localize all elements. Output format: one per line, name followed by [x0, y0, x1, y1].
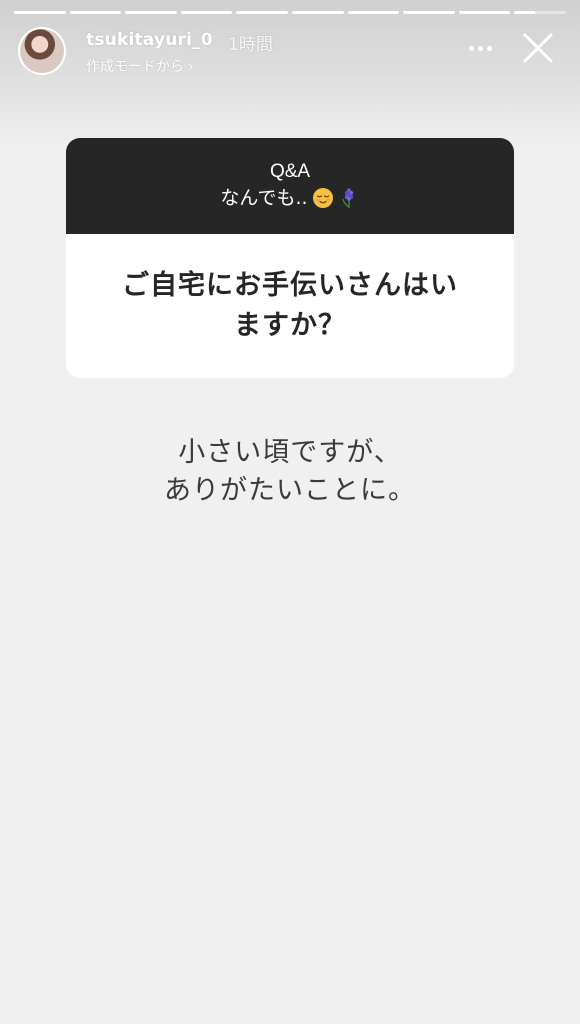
username[interactable]: tsukitayuri_0 — [86, 30, 213, 50]
create-mode-link[interactable]: 作成モードから › — [86, 56, 194, 76]
sticker-subtitle: なんでも.. — [220, 187, 308, 209]
progress-segment — [236, 11, 288, 14]
progress-segment-fill — [236, 11, 288, 14]
progress-segment — [458, 11, 511, 14]
question-sticker[interactable]: Q&A なんでも.. ご自宅にお手伝いさんはい ますか？ — [66, 138, 514, 378]
create-mode-label: 作成モードから — [86, 59, 184, 75]
relieved-face-icon — [312, 188, 333, 208]
progress-segment — [14, 11, 66, 14]
more-dot — [477, 45, 483, 51]
answer-line: ありがたいことに。 — [164, 475, 416, 506]
progress-segment-fill — [514, 11, 535, 14]
answer-text: 小さい頃ですが、 ありがたいことに。 — [0, 434, 580, 510]
progress-segment — [69, 11, 122, 14]
question-text: ご自宅にお手伝いさんはい ますか？ — [122, 266, 458, 346]
progress-segment-fill — [69, 11, 122, 14]
progress-segment — [291, 11, 344, 14]
sticker-title: Q&A — [269, 161, 311, 182]
progress-segment — [403, 11, 455, 14]
progress-segment — [514, 11, 566, 14]
avatar-image — [20, 29, 64, 73]
close-icon — [523, 33, 553, 63]
question-sticker-body: ご自宅にお手伝いさんはい ますか？ — [66, 234, 514, 378]
progress-segment — [347, 11, 400, 14]
close-button[interactable] — [520, 30, 556, 66]
story-viewer[interactable]: tsukitayuri_0 1時間 作成モードから › Q&A なんでも.. ご… — [0, 0, 580, 1024]
progress-segment-fill — [180, 11, 233, 14]
story-progress-bar — [14, 11, 566, 14]
progress-segment — [180, 11, 233, 14]
more-options-button[interactable] — [464, 38, 496, 58]
post-time: 1時間 — [228, 35, 273, 55]
question-line: ますか？ — [234, 310, 346, 341]
question-line: ご自宅にお手伝いさんはい — [122, 270, 458, 301]
more-horizontal-icon — [468, 45, 474, 51]
more-dot — [486, 45, 492, 51]
question-sticker-header: Q&A なんでも.. — [66, 138, 514, 234]
answer-line: 小さい頃ですが、 — [178, 437, 402, 468]
progress-segment-fill — [403, 11, 455, 14]
progress-segment-fill — [291, 11, 344, 14]
progress-segment — [125, 11, 177, 14]
story-header: tsukitayuri_0 1時間 作成モードから › — [16, 24, 564, 80]
progress-segment-fill — [14, 11, 66, 14]
sticker-subtitle-row: なんでも.. — [66, 184, 514, 212]
avatar[interactable] — [18, 27, 66, 75]
progress-segment-fill — [125, 11, 177, 14]
progress-segment-fill — [458, 11, 511, 14]
hyacinth-icon — [341, 188, 353, 208]
chevron-right-icon: › — [188, 59, 194, 75]
progress-segment-fill — [347, 11, 400, 14]
